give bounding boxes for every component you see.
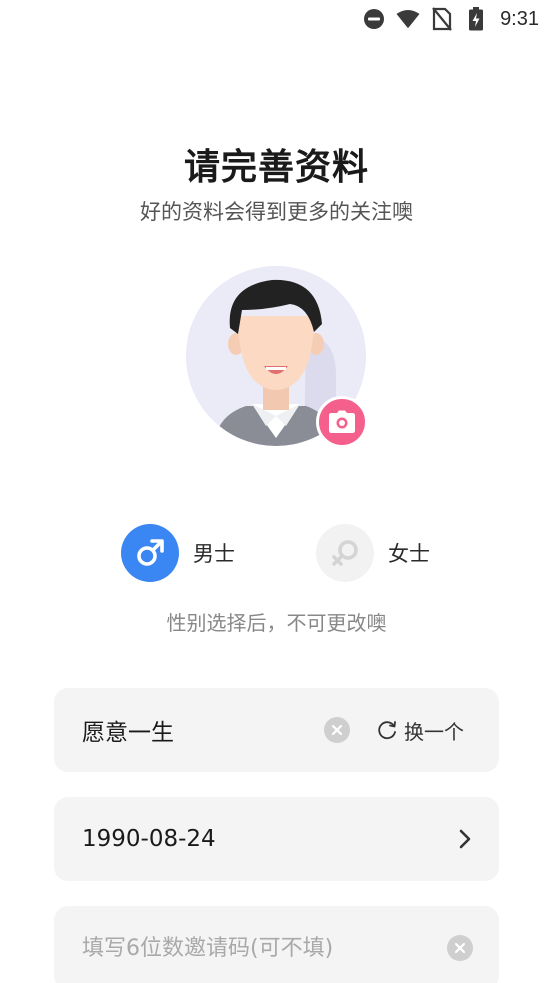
refresh-icon (378, 721, 396, 740)
wifi-icon (396, 7, 420, 31)
invite-code-field (54, 906, 499, 983)
female-icon (316, 524, 374, 582)
swap-nickname-label: 换一个 (404, 719, 464, 744)
chevron-right-icon (453, 825, 477, 853)
avatar-picker[interactable] (186, 266, 368, 448)
gender-selector: 男士 女士 (0, 524, 553, 582)
battery-charging-icon (464, 7, 488, 31)
camera-button[interactable] (316, 396, 368, 448)
no-sim-icon (430, 7, 454, 31)
gender-note: 性别选择后，不可更改噢 (166, 611, 387, 635)
gender-option-female[interactable]: 女士 (316, 524, 430, 582)
swap-nickname-button[interactable]: 换一个 (376, 688, 464, 772)
birthday-field[interactable]: 1990-08-24 (54, 797, 499, 881)
male-icon (121, 524, 179, 582)
close-icon (331, 724, 343, 736)
clear-invite-code-button[interactable] (447, 935, 473, 961)
birthday-value: 1990-08-24 (82, 826, 216, 852)
gender-label-male: 男士 (193, 542, 235, 566)
status-time: 9:31 (500, 7, 539, 30)
do-not-disturb-icon (362, 7, 386, 31)
gender-label-female: 女士 (388, 542, 430, 566)
status-bar: 9:31 (0, 0, 553, 40)
gender-option-male[interactable]: 男士 (121, 524, 235, 582)
nickname-field[interactable]: 愿意一生 换一个 (54, 688, 499, 772)
nickname-value[interactable]: 愿意一生 (82, 688, 174, 772)
status-icons: 9:31 (362, 6, 539, 32)
page-title: 请完善资料 (183, 147, 369, 188)
close-icon (454, 942, 466, 954)
page-subtitle: 好的资料会得到更多的关注噢 (140, 200, 413, 224)
camera-icon (329, 410, 355, 433)
clear-nickname-button[interactable] (324, 717, 350, 743)
invite-code-input[interactable] (82, 927, 422, 969)
